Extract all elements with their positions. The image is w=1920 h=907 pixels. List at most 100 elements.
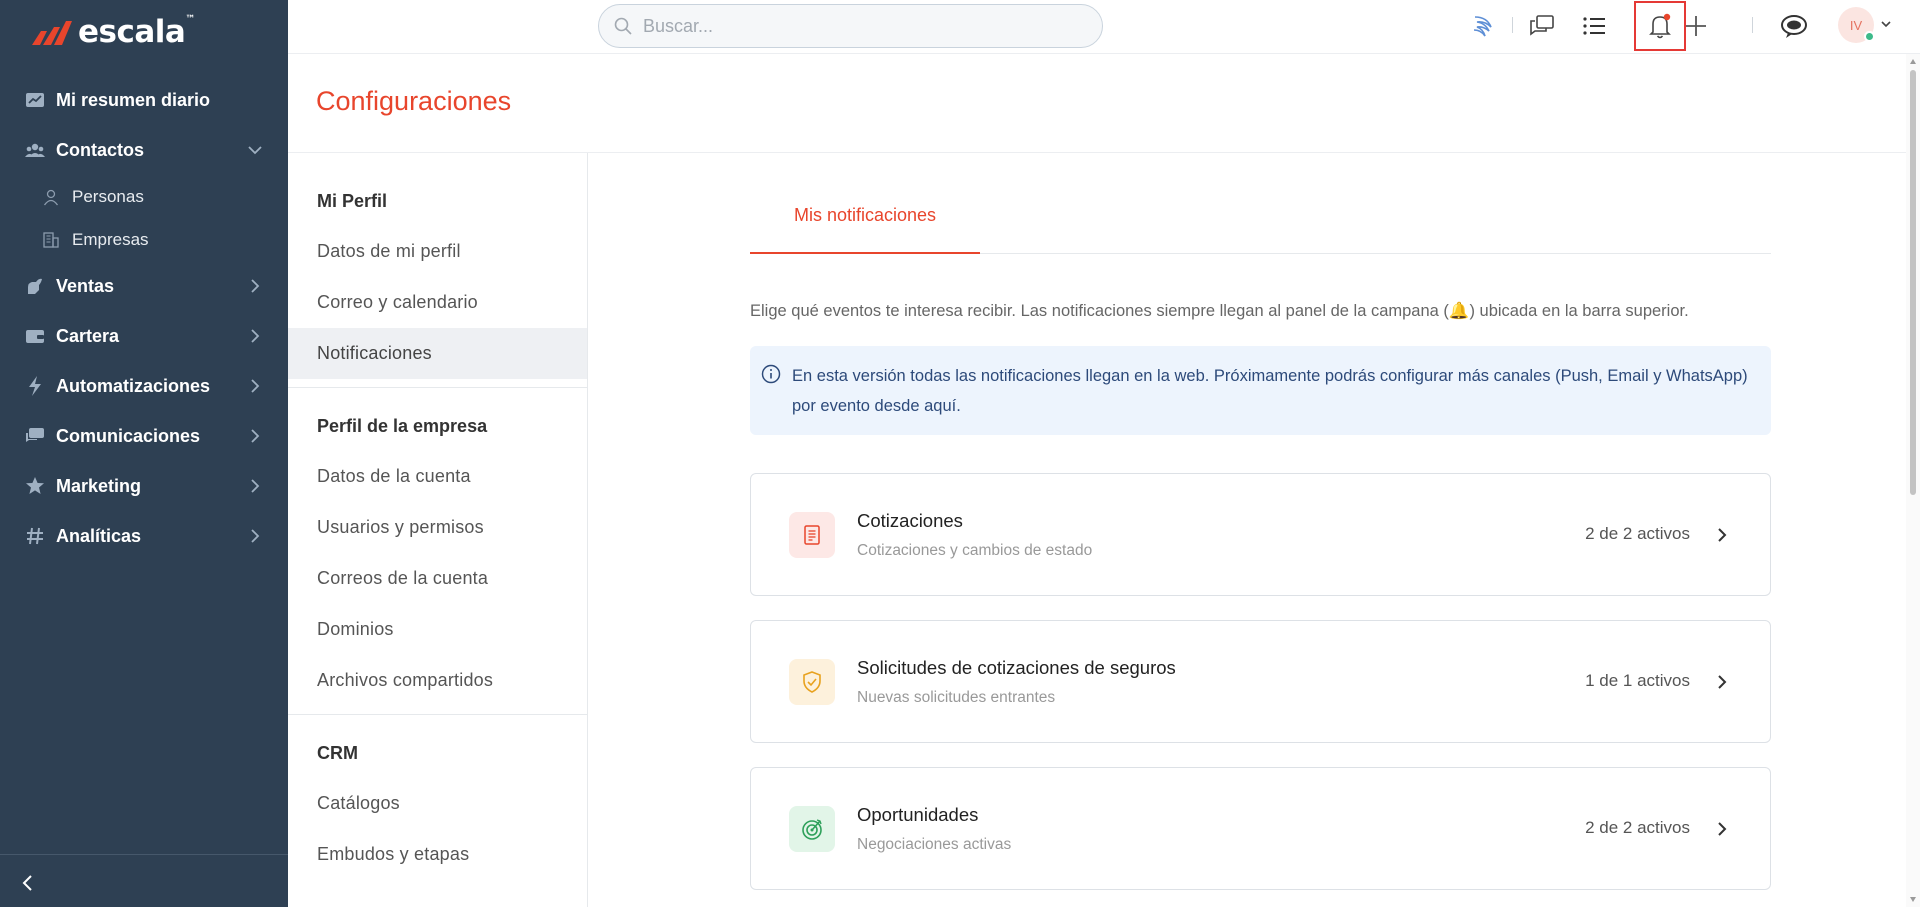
sidebar-nav: Mi resumen diario Contactos Personas Emp… [0,75,288,561]
toolbar-divider [1752,17,1753,33]
settings-item-usuarios-y-permisos[interactable]: Usuarios y permisos [288,502,587,553]
chevron-right-icon[interactable] [246,377,264,395]
target-icon [789,806,835,852]
scrollbar-thumb[interactable] [1910,70,1916,495]
top-bar: IV [288,0,1920,54]
search-icon [614,17,632,35]
settings-item-correo-y-calendario[interactable]: Correo y calendario [288,277,587,328]
sidebar-item-ventas[interactable]: Ventas [0,261,288,311]
card-description: Nuevas solicitudes entrantes [857,689,1056,706]
collapse-sidebar-icon[interactable] [16,871,40,895]
intro-text: Elige qué eventos te interesa recibir. L… [750,302,1689,320]
notification-category-card[interactable]: Oportunidades Negociaciones activas 2 de… [750,767,1771,890]
info-icon [761,364,781,384]
chevron-down-icon[interactable] [246,141,264,159]
person-icon [43,189,59,205]
settings-item-datos-de-mi-perfil[interactable]: Datos de mi perfil [288,226,587,277]
wings-logo-icon[interactable] [1468,10,1500,42]
sidebar-item-comunicaciones[interactable]: Comunicaciones [0,411,288,461]
logo-text: escala™ [78,14,195,50]
settings-divider [288,387,587,388]
card-title: Oportunidades [857,804,979,825]
chevron-right-icon[interactable] [246,427,264,445]
sidebar-item-personas[interactable]: Personas [0,175,288,218]
sidebar-item-label: Automatizaciones [56,375,211,396]
card-active-count: 2 de 2 activos [1585,524,1690,543]
hash-icon [24,525,46,547]
card-title: Cotizaciones [857,510,963,531]
search-input[interactable] [643,15,1083,37]
sidebar-item-label: Mi resumen diario [56,89,211,110]
ventas-icon [24,275,46,297]
logo-mark-icon [32,21,72,45]
scroll-down-arrow-icon[interactable] [1909,895,1917,903]
sidebar-subitem-label: Personas [72,186,144,206]
chart-icon [24,89,46,111]
sidebar-divider [0,854,288,855]
notification-category-card[interactable]: Cotizaciones Cotizaciones y cambios de e… [750,473,1771,596]
settings-group-title: Mi Perfil [317,190,388,211]
notifications-button[interactable] [1634,1,1686,51]
settings-item-archivos-compartidos[interactable]: Archivos compartidos [288,655,587,706]
card-description: Cotizaciones y cambios de estado [857,542,1093,559]
bell-icon [1649,13,1671,39]
card-active-count: 2 de 2 activos [1585,818,1690,837]
settings-menu: Mi Perfil Datos de mi perfil Correo y ca… [288,153,588,907]
sidebar-item-label: Contactos [56,139,145,160]
sidebar-item-label: Analíticas [56,525,142,546]
card-title: Solicitudes de cotizaciones de seguros [857,657,1176,678]
support-chat-icon[interactable] [1778,10,1810,42]
conversations-icon[interactable] [1526,10,1558,42]
notifications-panel: Mis notificaciones Elige qué eventos te … [750,153,1771,890]
sidebar-item-contactos[interactable]: Contactos [0,125,288,175]
chevron-right-icon[interactable] [246,477,264,495]
settings-group-title: CRM [317,742,358,763]
sidebar-item-marketing[interactable]: Marketing [0,461,288,511]
chevron-right-icon[interactable] [246,327,264,345]
settings-item-notificaciones[interactable]: Notificaciones [288,328,587,379]
info-text: En esta versión todas las notificaciones… [792,367,1748,415]
sidebar-item-label: Cartera [56,325,120,346]
avatar-initials: IV [1849,17,1863,33]
card-active-count: 1 de 1 activos [1585,671,1690,690]
online-status-indicator [1864,31,1875,42]
notification-category-card[interactable]: Solicitudes de cotizaciones de seguros N… [750,620,1771,743]
settings-item-dominios[interactable]: Dominios [288,604,587,655]
settings-item-correos-de-la-cuenta[interactable]: Correos de la cuenta [288,553,587,604]
chevron-right-icon[interactable] [246,527,264,545]
tab-mis-notificaciones[interactable]: Mis notificaciones [750,191,980,254]
bolt-icon [24,375,46,397]
shield-check-icon [789,659,835,705]
page-header: Configuraciones [288,54,1920,153]
document-icon [789,512,835,558]
settings-divider [288,714,587,715]
sidebar-item-empresas[interactable]: Empresas [0,218,288,261]
chevron-right-icon [1718,528,1727,542]
star-icon [24,475,46,497]
add-icon[interactable] [1680,10,1712,42]
contacts-icon [24,139,46,161]
task-list-icon[interactable] [1578,10,1610,42]
search-box[interactable] [598,4,1103,48]
sidebar-item-mi-resumen-diario[interactable]: Mi resumen diario [0,75,288,125]
escala-logo[interactable]: escala™ [30,14,195,50]
sidebar-item-label: Marketing [56,475,142,496]
settings-item-embudos-y-etapas[interactable]: Embudos y etapas [288,829,587,880]
card-description: Negociaciones activas [857,836,1012,853]
chevron-right-icon [1718,675,1727,689]
toolbar-divider [1512,17,1513,33]
wallet-icon [24,325,46,347]
sidebar-item-cartera[interactable]: Cartera [0,311,288,361]
sidebar-subitem-label: Empresas [72,229,149,249]
sidebar-item-label: Ventas [56,275,115,296]
chevron-down-icon[interactable] [1880,18,1892,30]
scroll-up-arrow-icon[interactable] [1909,58,1917,66]
chevron-right-icon[interactable] [246,277,264,295]
page-title: Configuraciones [316,86,512,116]
settings-item-catalogos[interactable]: Catálogos [288,778,587,829]
sidebar-item-analiticas[interactable]: Analíticas [0,511,288,561]
info-banner: En esta versión todas las notificaciones… [750,346,1771,435]
sidebar-item-automatizaciones[interactable]: Automatizaciones [0,361,288,411]
settings-item-datos-de-la-cuenta[interactable]: Datos de la cuenta [288,451,587,502]
sidebar-item-label: Comunicaciones [56,425,201,446]
